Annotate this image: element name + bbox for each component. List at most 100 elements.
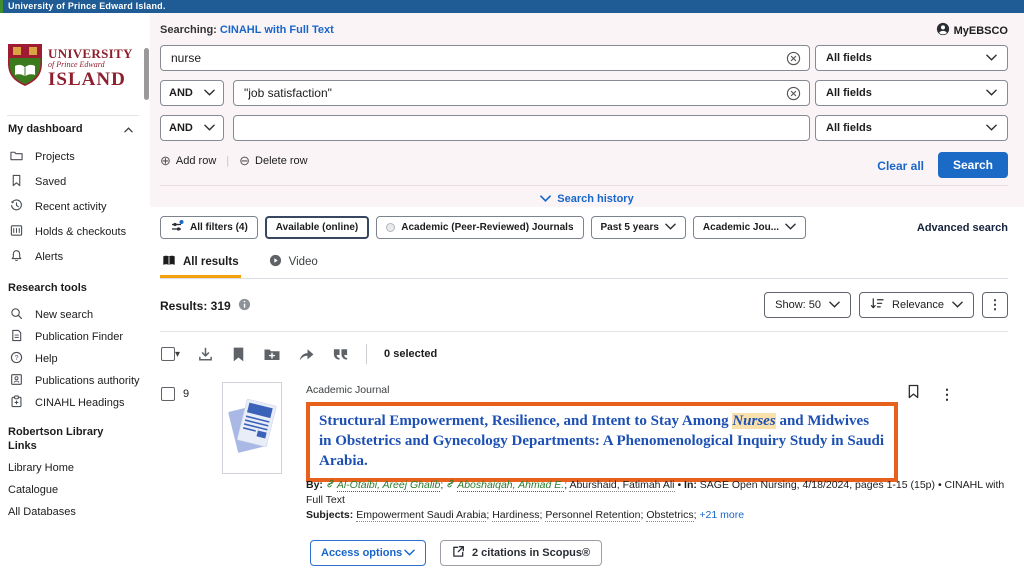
search-button[interactable]: Search <box>938 152 1008 178</box>
bulk-actions-toolbar: ▾ 0 selected <box>161 344 437 364</box>
result-type-label: Academic Journal <box>306 384 389 396</box>
myebsco-button[interactable]: MyEBSCO <box>936 22 1008 39</box>
result-title[interactable]: Structural Empowerment, Resilience, and … <box>306 402 898 482</box>
sidebar-item-cinahl-headings[interactable]: CINAHL Headings <box>10 395 124 411</box>
sidebar-item-publications-authority[interactable]: Publications authority <box>10 373 140 389</box>
boolean-select-2[interactable]: AND <box>160 80 224 106</box>
tab-all-results[interactable]: All results <box>160 248 241 278</box>
upei-shield-icon <box>7 43 43 92</box>
select-all-checkbox[interactable] <box>161 347 175 361</box>
sidebar-item-new-search[interactable]: New search <box>10 307 93 323</box>
top-bar-accent <box>0 0 3 13</box>
available-online-chip[interactable]: Available (online) <box>265 216 369 239</box>
sidebar-item-holds-checkouts[interactable]: Holds & checkouts <box>10 224 126 240</box>
account-icon <box>936 22 950 39</box>
row-operations: ⊕ Add row | ⊖ Delete row <box>160 154 308 167</box>
authority-icon <box>10 373 23 389</box>
download-icon[interactable] <box>197 346 214 363</box>
institution-banner: University of Prince Edward Island. <box>8 1 166 11</box>
library-card-icon <box>10 224 23 240</box>
byline-label: By: <box>306 479 326 491</box>
sidebar-scrollbar[interactable] <box>144 48 149 100</box>
search-input-1[interactable]: nurse <box>160 45 810 71</box>
search-input-2[interactable]: "job satisfaction" <box>233 80 810 106</box>
bookmark-icon[interactable] <box>907 384 920 404</box>
cite-quote-icon[interactable] <box>332 347 349 361</box>
chevron-down-icon <box>540 193 551 205</box>
peer-reviewed-chip[interactable]: Academic (Peer-Reviewed) Journals <box>376 216 583 239</box>
bookmark-icon[interactable] <box>231 346 246 363</box>
results-tabs: All results Video <box>160 248 1008 279</box>
share-icon[interactable] <box>298 347 315 362</box>
search-input-3[interactable] <box>233 115 810 141</box>
clear-all-button[interactable]: Clear all <box>877 159 924 173</box>
info-icon[interactable] <box>238 298 251 314</box>
clear-input-icon[interactable] <box>786 86 801 104</box>
show-per-page-dropdown[interactable]: Show: 50 <box>764 292 851 318</box>
search-icon <box>10 307 23 323</box>
search-panel: Searching: CINAHL with Full Text MyEBSCO… <box>150 13 1024 207</box>
select-caret-icon[interactable]: ▾ <box>175 349 180 360</box>
filter-sliders-icon <box>170 220 184 236</box>
results-bar: Results: 319 Show: 50 Relevance ⋮ <box>160 292 1008 320</box>
subjects-more-link[interactable]: +21 more <box>699 509 744 521</box>
sidebar-item-saved[interactable]: Saved <box>10 174 66 190</box>
subject-link[interactable]: Obstetrics <box>646 509 693 522</box>
upei-logo-text: UNIVERSITY of Prince Edward ISLAND <box>48 47 133 89</box>
boolean-select-3[interactable]: AND <box>160 115 224 141</box>
field-select-2[interactable]: All fields <box>815 80 1008 106</box>
scopus-citations-button[interactable]: 2 citations in Scopus® <box>440 540 602 566</box>
my-dashboard-header[interactable]: My dashboard <box>8 120 133 138</box>
kebab-menu-icon[interactable]: ⋮ <box>940 386 954 403</box>
selected-count: 0 selected <box>384 348 437 360</box>
all-filters-chip[interactable]: All filters (4) <box>160 216 258 239</box>
plus-circle-icon: ⊕ <box>160 154 171 167</box>
results-overflow-menu[interactable]: ⋮ <box>982 292 1008 318</box>
panel-divider <box>160 185 1008 186</box>
author-link[interactable]: Al-Otaibi, Areej Ghalib <box>337 479 441 492</box>
sidebar-item-projects[interactable]: Projects <box>10 149 75 165</box>
add-row-button[interactable]: ⊕ Add row <box>160 154 216 167</box>
top-bar: University of Prince Edward Island. <box>0 0 1024 13</box>
access-options-button[interactable]: Access options <box>310 540 426 566</box>
past-5-years-chip[interactable]: Past 5 years <box>591 216 686 239</box>
sidebar-item-alerts[interactable]: Alerts <box>10 249 63 265</box>
bell-icon <box>10 249 23 265</box>
searching-label: Searching: <box>160 24 217 36</box>
add-to-folder-icon[interactable] <box>263 347 281 362</box>
searching-row: Searching: CINAHL with Full Text <box>160 24 334 36</box>
sidebar: UNIVERSITY of Prince Edward ISLAND My da… <box>0 13 150 576</box>
sidebar-link-library-home[interactable]: Library Home <box>8 462 74 474</box>
clear-input-icon[interactable] <box>786 51 801 69</box>
result-byline: By: Al-Otaibi, Areej Ghalib; Aboshaiqah,… <box>306 478 1006 508</box>
search-history-toggle[interactable]: Search history <box>150 193 1024 205</box>
sidebar-link-all-databases[interactable]: All Databases <box>8 506 76 518</box>
author-link[interactable]: Aboshaiqah, Ahmad E. <box>457 479 564 492</box>
author-link[interactable]: Aburshaid, Fatimah Ali <box>569 479 674 492</box>
field-select-1[interactable]: All fields <box>815 45 1008 71</box>
history-icon <box>10 199 23 215</box>
sort-dropdown[interactable]: Relevance <box>859 292 974 318</box>
subject-link[interactable]: Personnel Retention <box>545 509 640 522</box>
result-thumbnail[interactable] <box>222 382 282 474</box>
chevron-down-icon <box>665 222 676 233</box>
result-checkbox[interactable] <box>161 387 175 401</box>
subject-link[interactable]: Hardiness <box>492 509 539 522</box>
delete-row-button[interactable]: ⊖ Delete row <box>239 154 307 167</box>
academic-journals-chip[interactable]: Academic Jou... <box>693 216 806 239</box>
field-select-3[interactable]: All fields <box>815 115 1008 141</box>
folder-icon <box>10 149 23 165</box>
sidebar-item-recent-activity[interactable]: Recent activity <box>10 199 107 215</box>
chevron-down-icon <box>986 87 997 99</box>
advanced-search-link[interactable]: Advanced search <box>917 222 1008 234</box>
tab-video[interactable]: Video <box>267 248 320 278</box>
sidebar-item-help[interactable]: ? Help <box>10 351 58 367</box>
result-number: 9 <box>183 388 189 400</box>
result-buttons: Access options 2 citations in Scopus® <box>310 540 602 566</box>
sidebar-link-catalogue[interactable]: Catalogue <box>8 484 58 496</box>
subject-link[interactable]: Empowerment Saudi Arabia <box>356 509 486 522</box>
upei-logo[interactable]: UNIVERSITY of Prince Edward ISLAND <box>7 43 133 92</box>
highlighted-term: Nurses <box>732 413 775 429</box>
database-link[interactable]: CINAHL with Full Text <box>220 24 334 36</box>
sidebar-item-publication-finder[interactable]: Publication Finder <box>10 329 123 345</box>
